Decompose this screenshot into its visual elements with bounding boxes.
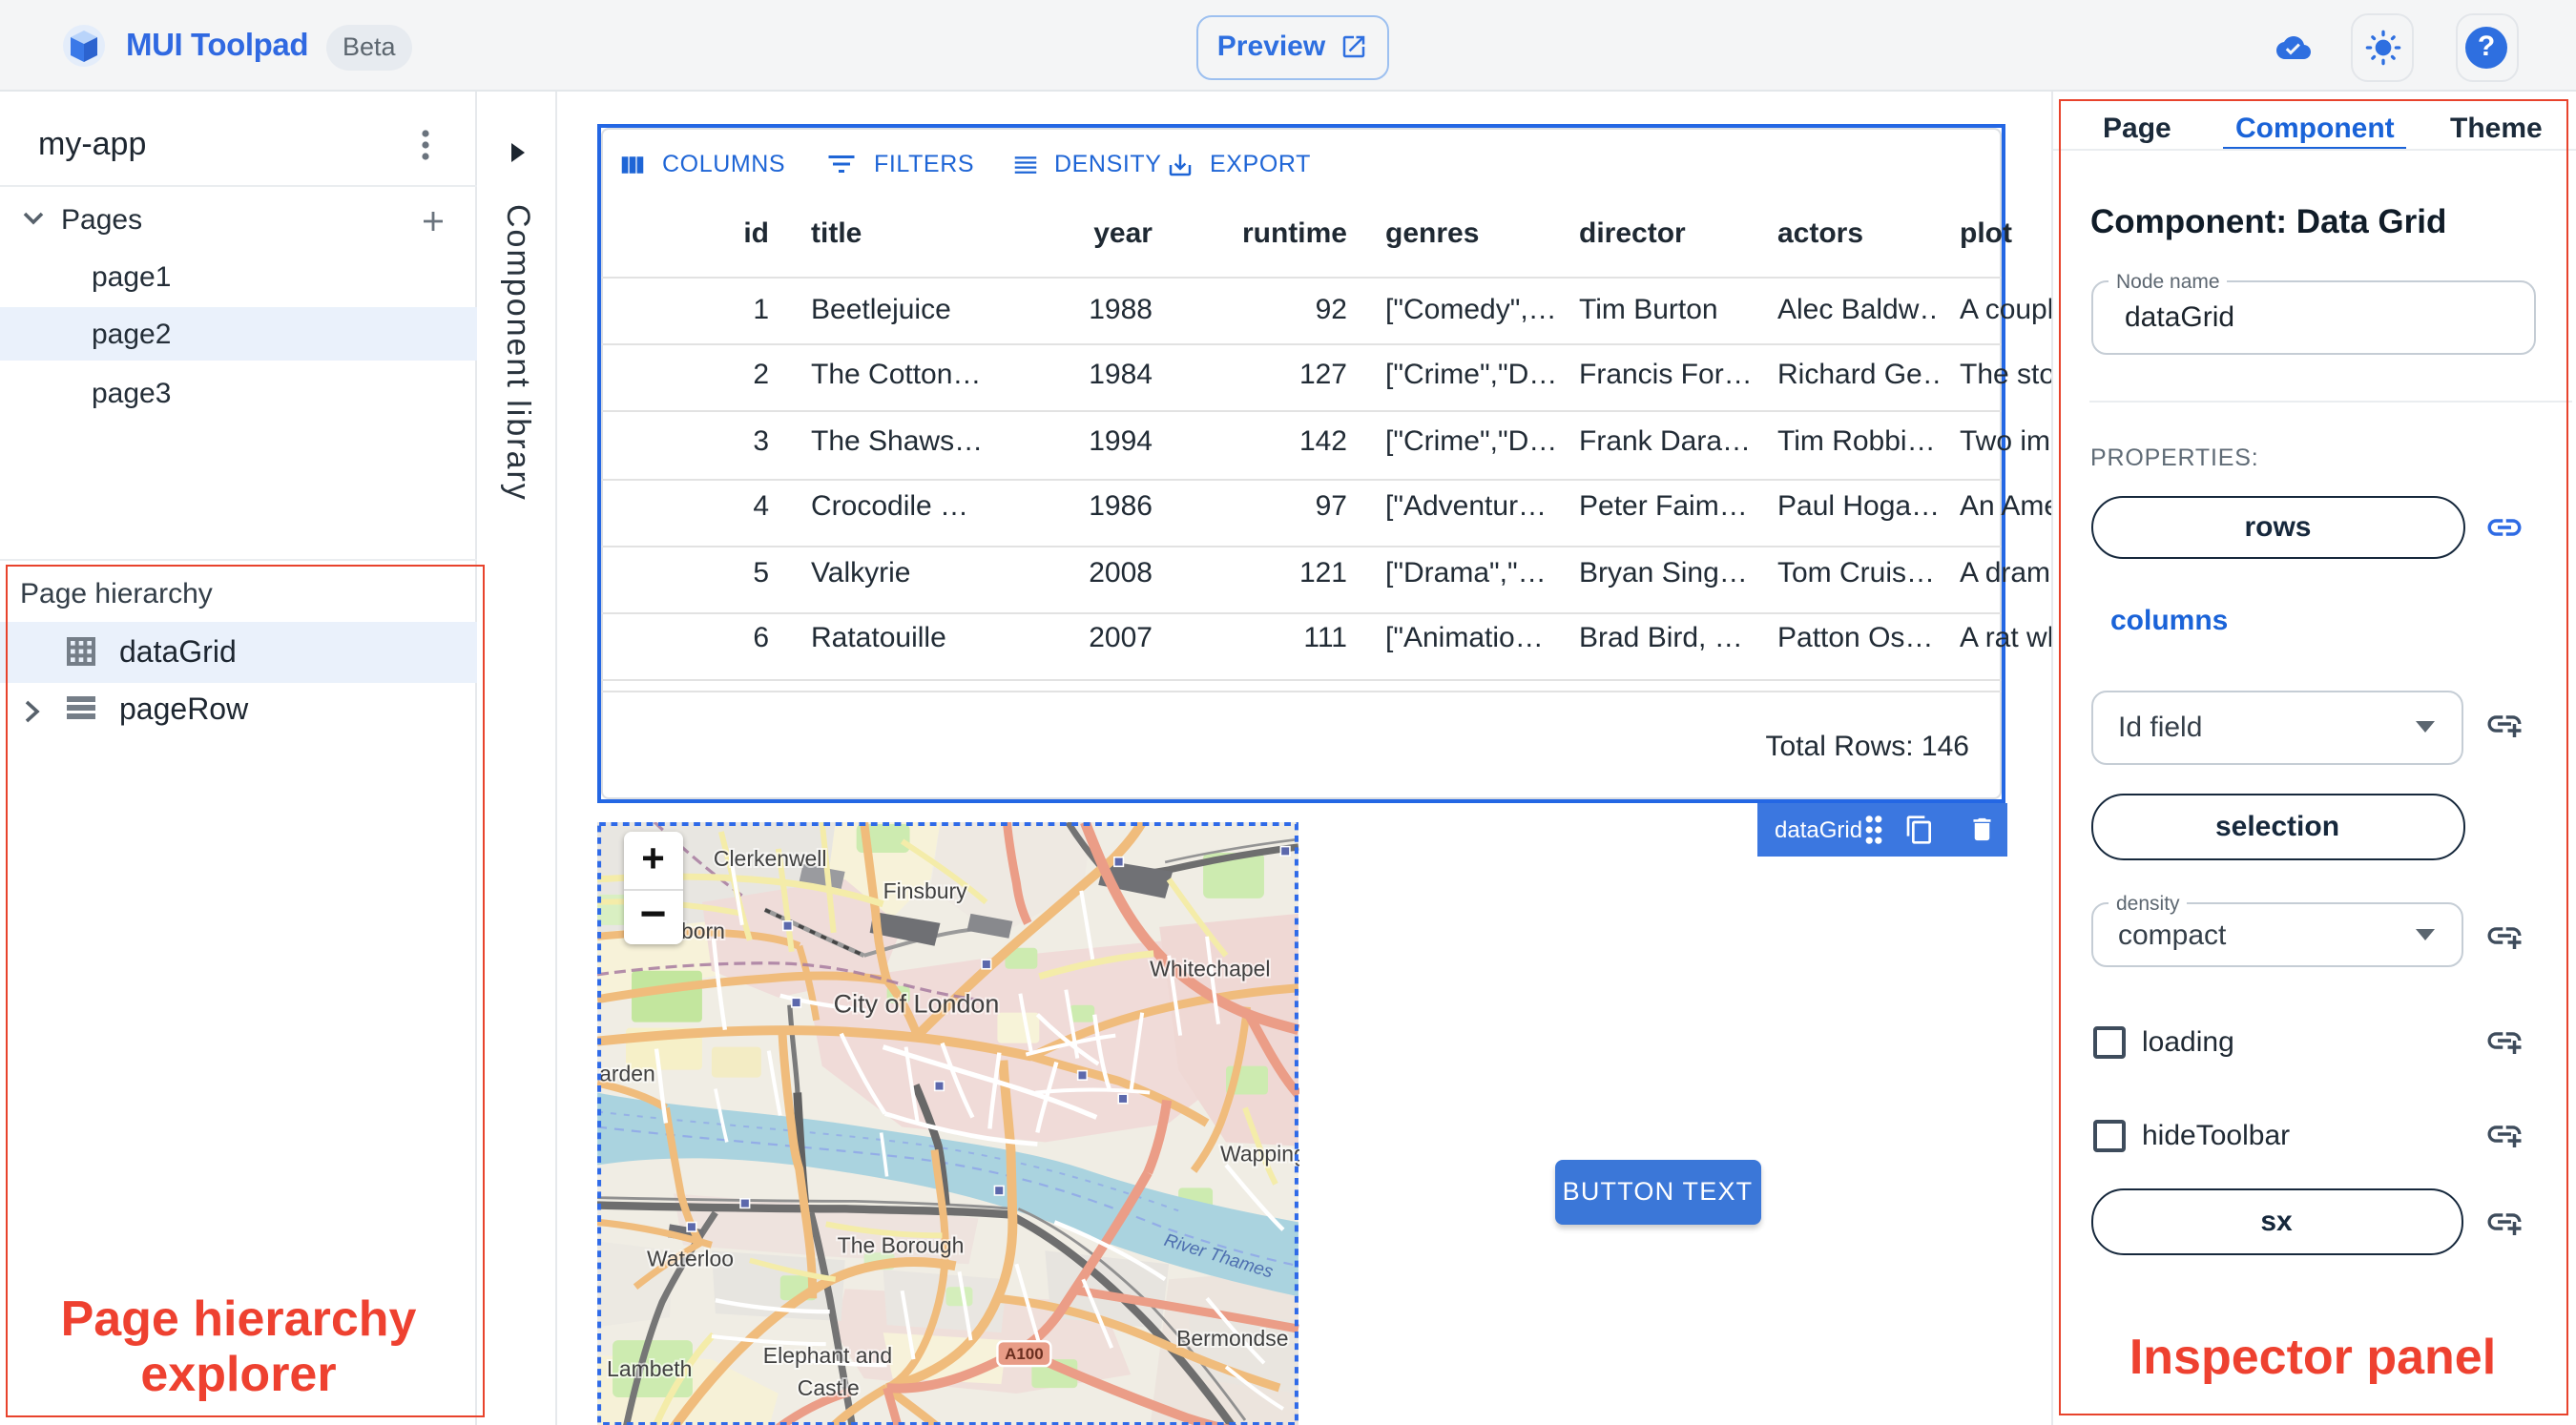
svg-text:City of London: City of London xyxy=(834,989,1000,1018)
svg-text:A100: A100 xyxy=(1005,1344,1044,1362)
svg-text:The Borough: The Borough xyxy=(838,1231,965,1256)
svg-text:Castle: Castle xyxy=(798,1374,860,1399)
svg-text:Clerkenwell: Clerkenwell xyxy=(714,845,827,870)
svg-text:Finsbury: Finsbury xyxy=(883,878,968,902)
svg-text:Whitechapel: Whitechapel xyxy=(1150,956,1270,981)
svg-text:Lambeth: Lambeth xyxy=(607,1355,692,1380)
svg-text:arden: arden xyxy=(599,1061,655,1085)
svg-text:Waterloo: Waterloo xyxy=(647,1245,734,1270)
svg-text:Elephant and: Elephant and xyxy=(763,1342,892,1367)
svg-text:Wapping: Wapping xyxy=(1220,1140,1298,1165)
svg-text:born: born xyxy=(681,918,725,942)
svg-text:Bermondse: Bermondse xyxy=(1176,1325,1288,1350)
